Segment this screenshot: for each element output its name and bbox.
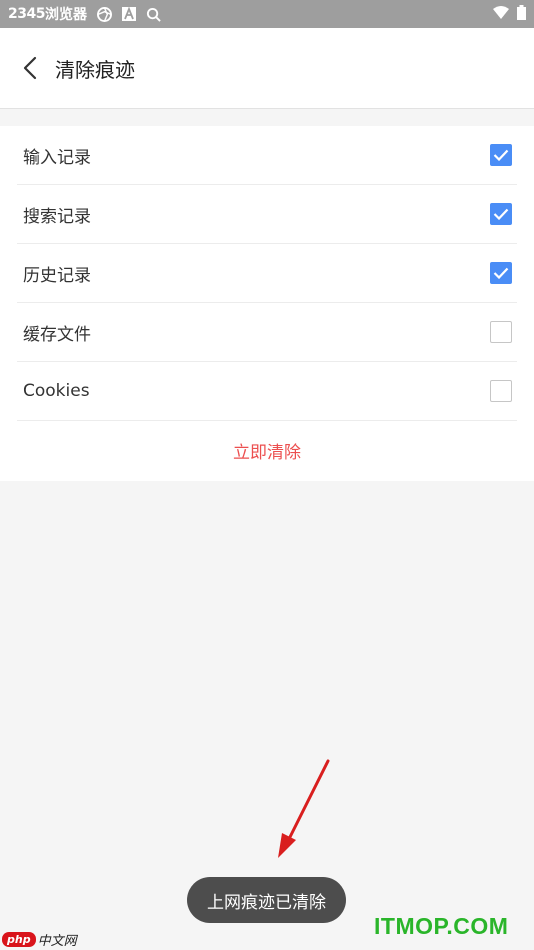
status-time: 2345 [8,6,45,22]
watermark-php-text: 中文网 [37,934,77,949]
page-title: 清除痕迹 [55,57,135,82]
status-app-name: 浏览器 [44,7,87,23]
header: 清除痕迹 [0,28,534,109]
battery-icon [517,4,526,24]
watermark-itmop: ITMOP.COM [374,913,509,939]
check-icon [493,267,509,279]
checkbox-checked[interactable] [490,203,512,225]
status-bar: 2345 浏览器 [0,0,534,28]
chevron-left-icon [23,56,37,80]
checkbox-checked[interactable] [490,262,512,284]
option-browsing-history[interactable]: 历史记录 [17,244,517,303]
watermark-php: php 中文网 [2,930,77,949]
toast-message: 上网痕迹已清除 [187,877,346,923]
status-right [493,4,526,24]
option-label: 输入记录 [23,147,91,168]
option-label: 搜索记录 [23,206,91,227]
option-label: 历史记录 [23,265,91,286]
checkbox-unchecked[interactable] [490,321,512,343]
option-cache-files[interactable]: 缓存文件 [17,303,517,362]
back-button[interactable] [5,38,55,98]
option-input-history[interactable]: 输入记录 [17,126,517,185]
red-arrow-annotation [278,759,330,858]
clear-now-button[interactable]: 立即清除 [0,421,534,480]
a-box-icon [121,7,136,21]
check-icon [493,208,509,220]
checkbox-unchecked[interactable] [490,380,512,402]
watermark-php-badge: php [2,932,36,947]
option-cookies[interactable]: Cookies [17,362,517,421]
option-label: Cookies [23,381,90,401]
aperture-icon [96,6,112,22]
checkbox-checked[interactable] [490,144,512,166]
search-icon [146,7,161,22]
clear-options-panel: 输入记录 搜索记录 历史记录 缓存文件 Cookies 立即清除 [0,126,534,481]
option-label: 缓存文件 [23,324,91,345]
wifi-icon [493,5,509,23]
check-icon [493,149,509,161]
option-search-history[interactable]: 搜索记录 [17,185,517,244]
